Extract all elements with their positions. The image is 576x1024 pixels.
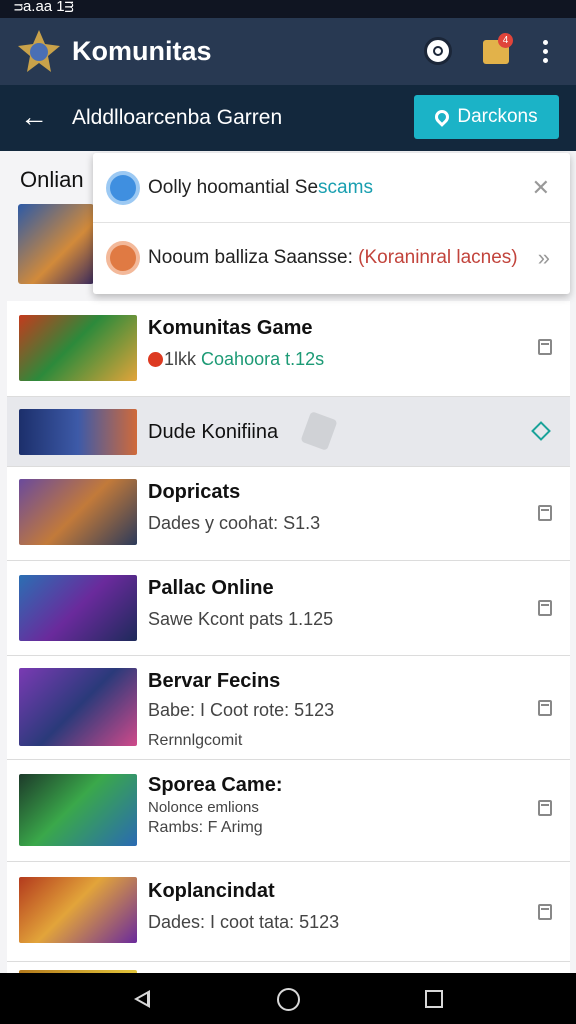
game-thumbnail [19, 774, 137, 846]
pin-icon [432, 107, 453, 127]
game-thumbnail [19, 479, 137, 545]
game-title: Koplancindat [148, 880, 275, 902]
circle-icon[interactable] [424, 37, 452, 65]
game-subtitle: Dades: I coot tata: 5123 [148, 912, 340, 932]
game-subtitle-secondary: Rambs: F Arimg [148, 819, 263, 836]
diamond-icon[interactable] [531, 421, 551, 441]
game-title: Dude Konifiina [148, 421, 279, 443]
more-vert-icon[interactable] [540, 40, 550, 64]
sub-bar-title: Alddlloarcenba Garren [72, 106, 283, 129]
cookie-icon [106, 241, 140, 275]
chevron-right-icon[interactable]: » [538, 245, 550, 271]
dropdown-item[interactable]: Nooum balliza Saansse: (Koraninral lacne… [93, 223, 570, 293]
game-title: Sporea Came: [148, 774, 283, 796]
game-subtitle: Coahoora t.12s [201, 349, 325, 369]
status-text: ᴝa.aa 1ᴟ [14, 0, 74, 15]
game-row[interactable]: Koplancindat Dades: I coot tata: 5123 [7, 862, 570, 962]
game-subtitle-secondary: Rernnlgcomit [148, 732, 243, 749]
content-area: Onlian Oolly hoomantial Sescams ✕ Nooum … [0, 151, 576, 973]
location-icon [106, 170, 140, 205]
nav-back-icon[interactable] [134, 990, 150, 1008]
game-subtitle-prefix: 1lkk [164, 349, 197, 369]
sub-bar: ← Alddlloarcenba Garren Darckons [0, 85, 576, 151]
notification-badge: 4 [498, 33, 513, 48]
bookmark-icon[interactable] [538, 800, 552, 816]
game-thumbnail [19, 575, 137, 641]
game-title: Bervar Fecins [148, 670, 281, 692]
bookmark-icon[interactable] [538, 904, 552, 920]
game-subtitle: Nolonce emlions [148, 799, 259, 816]
bookmark-icon[interactable] [538, 339, 552, 355]
game-title: Komunitas Game [148, 317, 313, 339]
game-subtitle: Sawe Kcont pats 1.125 [148, 609, 334, 629]
game-row[interactable]: Sporea Came: Nolonce emlions Rambs: F Ar… [7, 760, 570, 862]
game-title: Pallac Online [148, 577, 274, 599]
game-row[interactable]: Pallac Online Sawe Kcont pats 1.125 [7, 561, 570, 656]
dropdown-item-text: Oolly hoomantial Se [148, 176, 319, 198]
bookmark-icon[interactable] [538, 700, 552, 716]
back-arrow-icon[interactable]: ← [20, 103, 48, 131]
game-row[interactable]: Bervar Fecins Babe: I Coot rote: 5123 Re… [7, 656, 570, 760]
dropdown-item-highlight: scams [318, 176, 373, 198]
system-nav-bar [0, 973, 576, 1024]
dropdown-item[interactable]: Oolly hoomantial Sescams ✕ [93, 153, 570, 223]
game-thumbnail[interactable] [18, 204, 94, 284]
app-title: Komunitas [72, 36, 212, 66]
game-row[interactable]: Dude Konifiina [7, 397, 570, 467]
game-row[interactable]: Dopricats Dades y coohat: S1.3 [7, 467, 570, 561]
game-thumbnail [19, 877, 137, 943]
game-thumbnail [19, 409, 137, 455]
app-logo-icon[interactable] [14, 26, 64, 76]
close-icon[interactable]: ✕ [532, 175, 550, 201]
game-subtitle: Dades y coohat: S1.3 [148, 513, 321, 533]
status-bar: ᴝa.aa 1ᴟ [0, 0, 576, 18]
dice-icon [300, 411, 338, 451]
nav-recents-icon[interactable] [425, 990, 443, 1008]
darkons-button[interactable]: Darckons [414, 95, 559, 139]
section-header: Onlian [20, 167, 84, 192]
nav-home-icon[interactable] [277, 988, 300, 1011]
red-dot-icon [148, 352, 163, 367]
game-row[interactable]: Komunitas Game 1lkk Coahoora t.12s [7, 301, 570, 397]
dropdown-item-text: Nooum balliza Saansse: [148, 247, 359, 268]
suggestion-dropdown: Oolly hoomantial Sescams ✕ Nooum balliza… [93, 153, 570, 294]
game-row[interactable] [7, 962, 570, 973]
bookmark-icon[interactable] [538, 600, 552, 616]
game-subtitle: Babe: I Coot rote: 5123 [148, 700, 335, 720]
bookmark-icon[interactable] [538, 505, 552, 521]
darkons-button-label: Darckons [457, 106, 538, 127]
game-title: Dopricats [148, 481, 241, 503]
game-thumbnail [19, 315, 137, 381]
app-bar: Komunitas 4 [0, 18, 576, 85]
dropdown-item-highlight: (Koraninral lacnes) [358, 247, 518, 268]
game-thumbnail [19, 668, 137, 746]
